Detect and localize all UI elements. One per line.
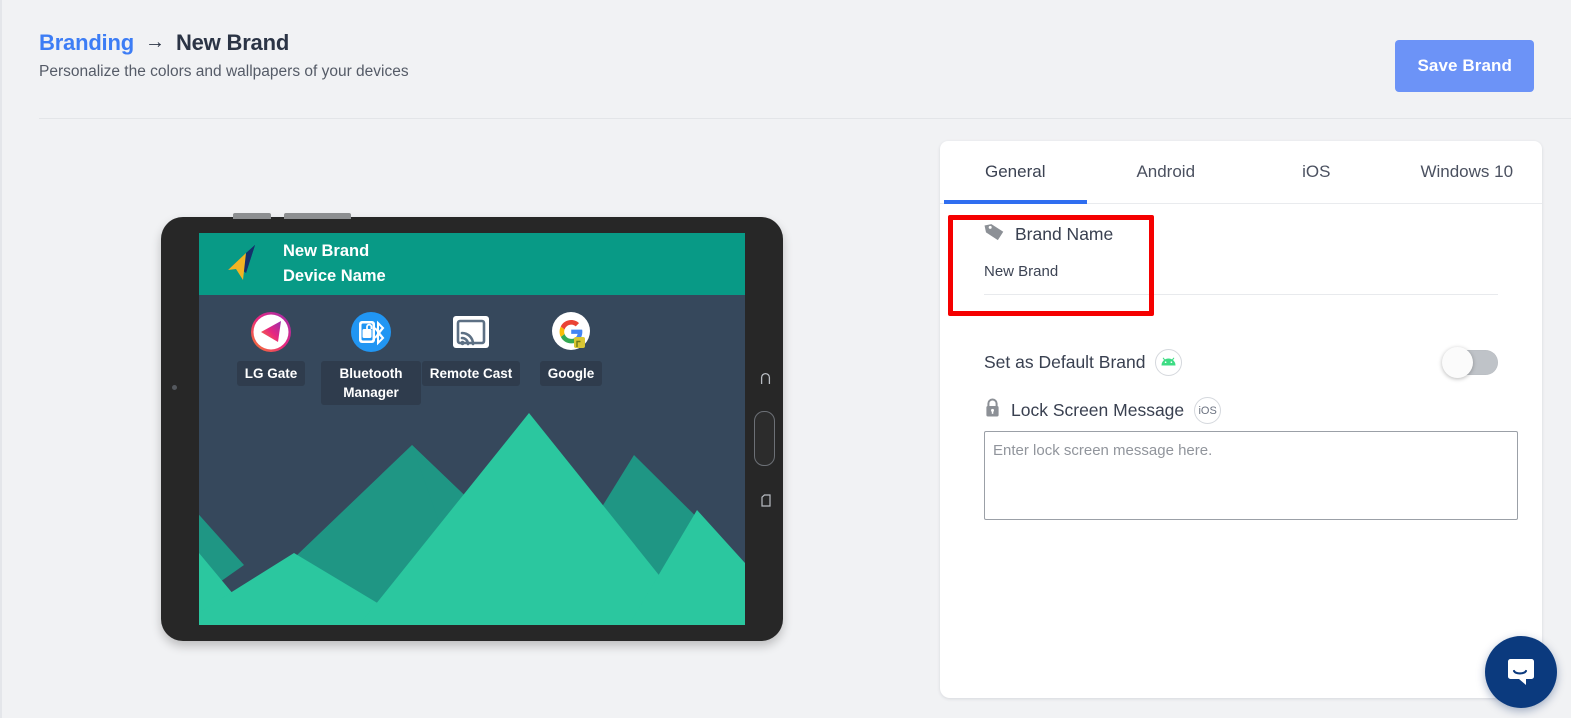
volume-up-button-icon <box>233 213 271 219</box>
tab-android[interactable]: Android <box>1091 141 1242 203</box>
device-app-grid: LG Gate Bluetooth Manager Remote Cast Go… <box>199 295 745 406</box>
brand-name-value[interactable]: New Brand <box>984 263 1498 295</box>
chat-bubble-icon <box>1508 659 1534 685</box>
lg-gate-app-icon <box>250 311 292 353</box>
brand-name-label: Brand Name <box>1015 223 1114 244</box>
power-button-icon <box>754 411 775 466</box>
sd-card-slot-icon <box>761 494 771 509</box>
default-brand-label: Set as Default Brand <box>984 351 1146 372</box>
google-app-icon <box>550 311 592 353</box>
app-item-google[interactable]: Google <box>521 311 621 405</box>
lock-screen-message-input[interactable] <box>984 431 1518 520</box>
default-brand-label-row: Set as Default Brand <box>984 348 1183 376</box>
volume-down-button-icon <box>284 213 351 219</box>
lock-icon <box>984 398 1001 423</box>
brand-settings-card: General Android iOS Windows 10 Brand Nam… <box>940 141 1542 698</box>
device-brand-text: New Brand Device Name <box>283 239 386 289</box>
app-label: Google <box>539 361 603 387</box>
default-brand-toggle[interactable] <box>1442 346 1498 378</box>
save-brand-button[interactable]: Save Brand <box>1395 40 1534 92</box>
app-item-lg-gate[interactable]: LG Gate <box>221 311 321 405</box>
device-preview-area: New Brand Device Name LG Gate Bluetooth … <box>2 118 922 718</box>
app-label: LG Gate <box>236 361 306 387</box>
lock-screen-label-row: Lock Screen Message iOS <box>984 397 1222 424</box>
device-screen: New Brand Device Name LG Gate Bluetooth … <box>199 233 745 625</box>
ios-badge-icon: iOS <box>1194 397 1222 424</box>
remote-cast-app-icon <box>450 311 492 353</box>
branding-page: Branding → New Brand Personalize the col… <box>0 0 1571 718</box>
app-label: Remote Cast <box>421 361 521 387</box>
bluetooth-manager-app-icon <box>350 311 392 353</box>
brand-arrow-logo-icon <box>222 243 262 285</box>
tab-ios[interactable]: iOS <box>1241 141 1392 203</box>
tag-icon <box>984 221 1005 247</box>
brand-name-label-row: Brand Name <box>984 221 1498 247</box>
default-brand-row: Set as Default Brand <box>984 341 1498 383</box>
device-device-name: Device Name <box>283 267 386 285</box>
page-title: New Brand <box>175 30 290 55</box>
brand-name-field[interactable]: Brand Name New Brand <box>984 221 1498 295</box>
toggle-knob <box>1442 346 1473 378</box>
device-topbar: New Brand Device Name <box>199 233 745 295</box>
app-item-remote-cast[interactable]: Remote Cast <box>421 311 521 405</box>
tablet-device-mockup: New Brand Device Name LG Gate Bluetooth … <box>161 213 783 641</box>
lock-screen-label: Lock Screen Message <box>1011 400 1185 420</box>
device-brand-name: New Brand <box>283 241 370 260</box>
settings-tabs: General Android iOS Windows 10 <box>940 141 1542 204</box>
breadcrumb-link-branding[interactable]: Branding <box>39 30 134 56</box>
intercom-chat-button[interactable] <box>1485 636 1557 708</box>
app-item-bluetooth-manager[interactable]: Bluetooth Manager <box>321 311 421 406</box>
page-header: Branding → New Brand Personalize the col… <box>2 0 1571 119</box>
app-label: Bluetooth Manager <box>321 361 421 406</box>
headphone-jack-icon <box>760 372 771 387</box>
page-subtitle: Personalize the colors and wallpapers of… <box>39 63 409 80</box>
android-badge-icon <box>1155 348 1183 376</box>
tab-general[interactable]: General <box>940 141 1091 204</box>
tab-windows-10[interactable]: Windows 10 <box>1392 141 1543 203</box>
front-camera-icon <box>172 385 177 390</box>
arrow-right-icon: → <box>144 31 165 53</box>
breadcrumb: Branding → New Brand <box>39 30 289 56</box>
